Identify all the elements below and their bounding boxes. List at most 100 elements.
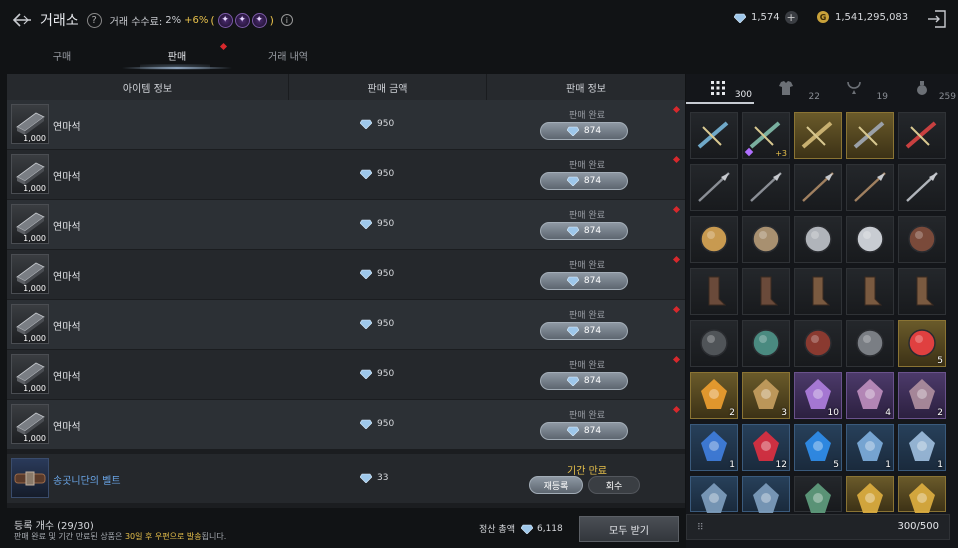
inv-tab-count: 259 bbox=[938, 92, 956, 102]
inventory-tabs: 300 22 19 259 bbox=[686, 74, 958, 104]
price-value: 950 bbox=[377, 319, 395, 329]
inv-tab-armor[interactable]: 22 bbox=[754, 74, 822, 104]
item-quantity: 1 bbox=[885, 460, 891, 470]
inventory-slot[interactable]: 10 bbox=[794, 372, 842, 419]
inventory-slot[interactable] bbox=[690, 268, 738, 315]
inventory-slot[interactable]: 4 bbox=[846, 372, 894, 419]
item-icon bbox=[905, 121, 937, 149]
inventory-slot[interactable] bbox=[846, 320, 894, 367]
inventory-slot[interactable]: 1 bbox=[898, 424, 946, 471]
table-row[interactable]: 1,000 연마석 950 판매 완료 874 bbox=[7, 100, 685, 150]
inventory-slot[interactable] bbox=[794, 112, 842, 159]
sale-price: 950 bbox=[360, 119, 394, 129]
info-icon[interactable]: i bbox=[280, 14, 293, 26]
col-item-info: 아이템 정보 bbox=[7, 74, 289, 100]
silver-balance: G 1,541,295,083 bbox=[817, 11, 908, 23]
item-icon bbox=[864, 276, 883, 306]
inventory-slot[interactable]: 5 bbox=[794, 424, 842, 471]
inventory-slot[interactable]: 12 bbox=[742, 424, 790, 471]
retrieve-button[interactable]: 회수 bbox=[588, 476, 640, 494]
inventory-slot[interactable] bbox=[742, 268, 790, 315]
add-diamond-button[interactable]: + bbox=[784, 11, 798, 24]
table-row-expired[interactable]: 송곳니단의 벨트 33 기간 만료 재등록 회수 bbox=[7, 454, 685, 504]
item-quantity: 10 bbox=[827, 408, 839, 418]
inventory-slot[interactable] bbox=[846, 268, 894, 315]
inventory-slot[interactable]: 2 bbox=[898, 372, 946, 419]
inventory-slot[interactable] bbox=[846, 164, 894, 211]
notice-text-c: 됩니다. bbox=[201, 532, 227, 541]
inv-tab-all[interactable]: 300 bbox=[686, 74, 754, 104]
whetstone-item-icon: 1,000 bbox=[11, 154, 49, 194]
tab-history[interactable]: 거래 내역 bbox=[240, 40, 336, 70]
inventory-slot[interactable] bbox=[690, 216, 738, 263]
fee-paren-open: ( bbox=[210, 13, 215, 27]
inventory-slot[interactable]: 3 bbox=[742, 372, 790, 419]
item-name: 연마석 bbox=[53, 172, 81, 183]
relist-button[interactable]: 재등록 bbox=[529, 476, 583, 494]
claim-button[interactable]: 874 bbox=[540, 322, 628, 340]
claim-amount: 874 bbox=[583, 226, 602, 236]
table-row[interactable]: 1,000 연마석 950 판매 완료 874 bbox=[7, 400, 685, 450]
inventory-slot[interactable] bbox=[690, 320, 738, 367]
claim-button[interactable]: 874 bbox=[540, 172, 628, 190]
claim-button[interactable]: 874 bbox=[540, 422, 628, 440]
claim-button[interactable]: 874 bbox=[540, 222, 628, 240]
receive-all-button[interactable]: 모두 받기 bbox=[579, 516, 679, 542]
inventory-slot[interactable] bbox=[846, 476, 894, 513]
inventory-slot[interactable]: 1 bbox=[690, 424, 738, 471]
inventory-slot[interactable] bbox=[690, 476, 738, 513]
inventory-slot[interactable] bbox=[898, 476, 946, 513]
inventory-slot[interactable] bbox=[742, 164, 790, 211]
inventory-slot[interactable] bbox=[690, 112, 738, 159]
inv-tab-consumable[interactable]: 259 bbox=[890, 74, 958, 104]
item-icon bbox=[906, 172, 938, 202]
item-icon bbox=[908, 225, 936, 253]
claim-amount: 874 bbox=[583, 126, 602, 136]
item-name: 연마석 bbox=[53, 322, 81, 333]
inventory-slot[interactable] bbox=[794, 216, 842, 263]
settle-value: 6,118 bbox=[536, 523, 563, 534]
exit-icon[interactable] bbox=[924, 6, 950, 32]
table-row[interactable]: 1,000 연마석 950 판매 완료 874 bbox=[7, 250, 685, 300]
inventory-slot[interactable] bbox=[690, 164, 738, 211]
inventory-slot[interactable] bbox=[794, 268, 842, 315]
inventory-slot[interactable] bbox=[846, 112, 894, 159]
notification-dot bbox=[672, 155, 681, 164]
claim-button[interactable]: 874 bbox=[540, 272, 628, 290]
inventory-slot[interactable] bbox=[742, 476, 790, 513]
help-icon[interactable]: ? bbox=[86, 12, 102, 28]
inventory-slot[interactable] bbox=[742, 320, 790, 367]
table-row[interactable]: 1,000 연마석 950 판매 완료 874 bbox=[7, 150, 685, 200]
tab-buy[interactable]: 구매 bbox=[20, 40, 104, 70]
table-row[interactable]: 1,000 연마석 950 판매 완료 874 bbox=[7, 200, 685, 250]
claim-amount: 874 bbox=[583, 326, 602, 336]
inventory-slot[interactable] bbox=[794, 164, 842, 211]
inventory-slot[interactable] bbox=[794, 320, 842, 367]
inventory-slot[interactable] bbox=[898, 216, 946, 263]
buff-star-icon: ✦ bbox=[217, 12, 233, 28]
sale-price: 950 bbox=[360, 269, 394, 279]
inventory-slot[interactable] bbox=[742, 216, 790, 263]
claim-button[interactable]: 874 bbox=[540, 122, 628, 140]
claim-button[interactable]: 874 bbox=[540, 372, 628, 390]
diamond-icon bbox=[360, 473, 372, 483]
table-row[interactable]: 1,000 연마석 950 판매 완료 874 bbox=[7, 350, 685, 400]
inventory-slot[interactable] bbox=[794, 476, 842, 513]
inv-tab-accessory[interactable]: 19 bbox=[822, 74, 890, 104]
inventory-slot[interactable]: 5 bbox=[898, 320, 946, 367]
item-icon bbox=[700, 329, 728, 357]
inventory-slot[interactable] bbox=[898, 268, 946, 315]
price-value: 950 bbox=[377, 119, 395, 129]
sale-status: 판매 완료 bbox=[569, 311, 605, 321]
inventory-slot[interactable] bbox=[898, 112, 946, 159]
inventory-slot[interactable] bbox=[846, 216, 894, 263]
settlement-total: 정산 총액 6,118 bbox=[479, 522, 563, 536]
inventory-slot[interactable]: 2 bbox=[690, 372, 738, 419]
inventory-slot[interactable]: 1 bbox=[846, 424, 894, 471]
diamond-icon bbox=[360, 369, 372, 379]
table-row[interactable]: 1,000 연마석 950 판매 완료 874 bbox=[7, 300, 685, 350]
back-arrow-icon[interactable] bbox=[8, 6, 36, 34]
inventory-slot[interactable] bbox=[898, 164, 946, 211]
inventory-slot[interactable]: +3 bbox=[742, 112, 790, 159]
item-quantity: 4 bbox=[885, 408, 891, 418]
